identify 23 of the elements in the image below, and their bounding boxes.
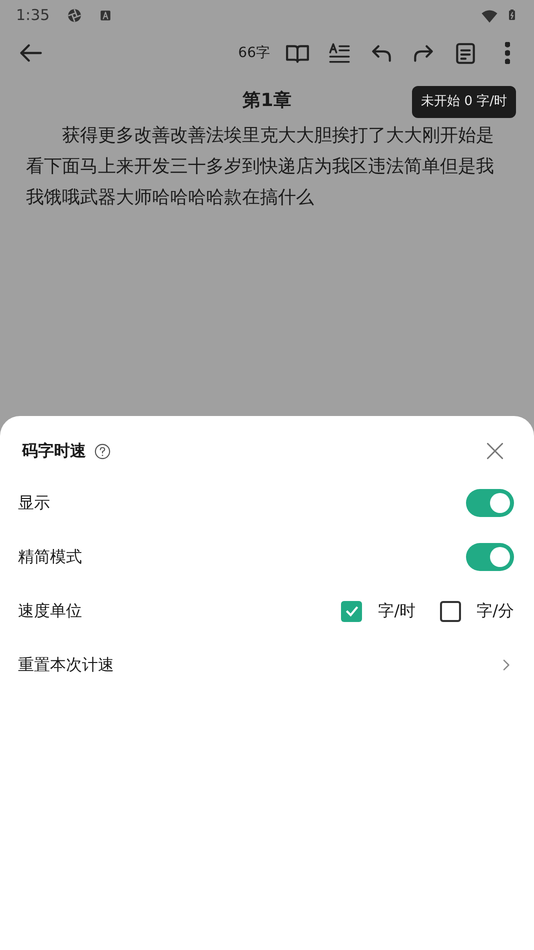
letter-a-icon <box>98 8 112 22</box>
setting-label: 重置本次计速 <box>18 654 114 676</box>
speed-tooltip: 未开始 0 字/时 <box>412 86 516 118</box>
help-icon[interactable] <box>94 442 111 460</box>
chapter-title: 第1章 <box>242 88 292 112</box>
more-icon <box>504 42 510 64</box>
reset-row[interactable]: 重置本次计速 <box>18 638 514 692</box>
word-count: 66字 <box>238 44 270 62</box>
close-icon <box>484 440 506 462</box>
aperture-icon <box>66 6 83 24</box>
option-label: 字/分 <box>476 600 514 622</box>
checkbox[interactable] <box>440 600 461 622</box>
checkbox[interactable] <box>341 600 362 622</box>
text-format-icon <box>326 40 352 66</box>
setting-label: 显示 <box>18 492 50 514</box>
sheet-title: 码字时速 <box>22 440 86 462</box>
option-label: 字/时 <box>378 600 416 622</box>
setting-label: 速度单位 <box>18 600 82 622</box>
setting-label: 精简模式 <box>18 546 82 568</box>
status-time: 1:35 <box>16 4 50 26</box>
toggle-switch[interactable] <box>466 489 514 517</box>
chapter-text: 获得更多改善改善法埃里克大大胆挨打了大大刚开始是看下面马上来开发三十多岁到快递店为我区违法简单但是我我饿哦武器大师哈哈哈哈款在搞什么 <box>25 124 495 210</box>
toggle-switch[interactable] <box>466 543 514 571</box>
